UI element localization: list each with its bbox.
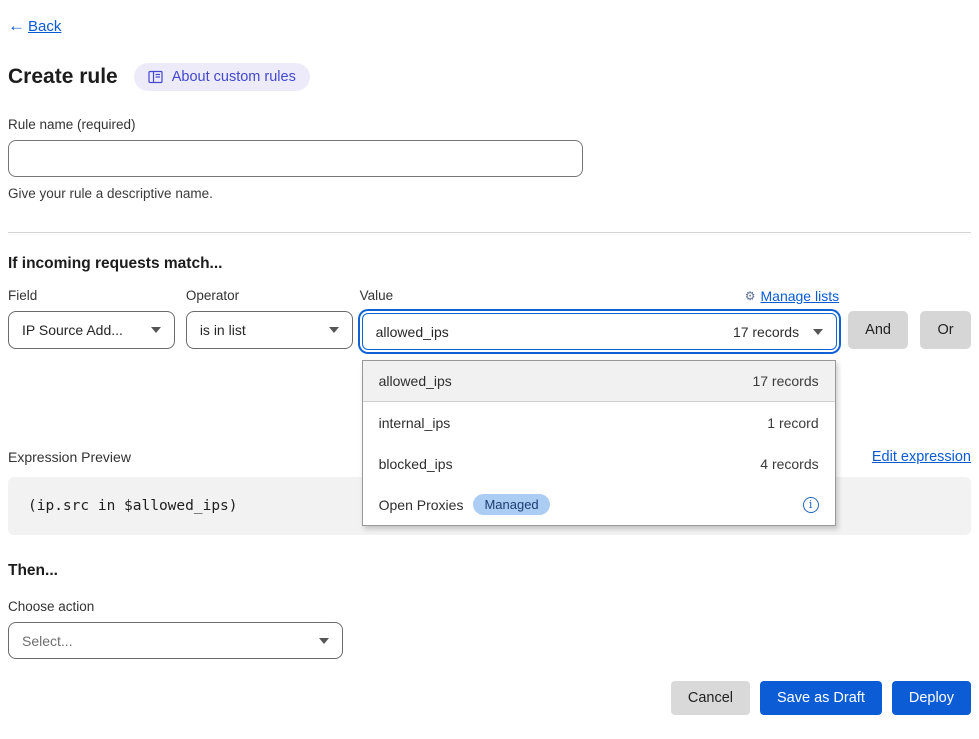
chevron-down-icon bbox=[151, 327, 161, 333]
list-option-meta: 1 record bbox=[767, 415, 818, 431]
expression-preview-label: Expression Preview bbox=[8, 449, 131, 465]
rule-name-label: Rule name (required) bbox=[8, 117, 971, 132]
edit-expression-link[interactable]: Edit expression bbox=[872, 449, 971, 465]
expression-code: (ip.src in $allowed_ips) bbox=[28, 498, 238, 514]
chevron-down-icon bbox=[319, 638, 329, 644]
field-select-value: IP Source Add... bbox=[22, 322, 123, 338]
value-column: Value ⚙ Manage lists allowed_ips 17 reco… bbox=[360, 288, 839, 350]
value-select-meta: 17 records bbox=[733, 324, 799, 340]
operator-column: Operator is in list bbox=[186, 288, 353, 349]
managed-badge: Managed bbox=[473, 494, 549, 515]
cancel-button[interactable]: Cancel bbox=[671, 681, 750, 715]
list-option-name: Open Proxies bbox=[379, 497, 464, 513]
action-select-placeholder: Select... bbox=[22, 633, 73, 649]
section-divider bbox=[8, 232, 971, 233]
about-custom-rules-link[interactable]: About custom rules bbox=[134, 63, 310, 91]
list-option-open-proxies[interactable]: Open Proxies Managed i bbox=[363, 484, 835, 525]
field-select[interactable]: IP Source Add... bbox=[8, 311, 175, 349]
chevron-down-icon bbox=[329, 327, 339, 333]
match-condition-row: Field IP Source Add... Operator is in li… bbox=[8, 288, 971, 350]
chevron-down-icon bbox=[813, 329, 823, 335]
field-column: Field IP Source Add... bbox=[8, 288, 175, 349]
value-label: Value bbox=[360, 288, 394, 311]
footer-actions: Cancel Save as Draft Deploy bbox=[8, 681, 971, 715]
list-option-name: blocked_ips bbox=[379, 456, 453, 472]
deploy-button[interactable]: Deploy bbox=[892, 681, 971, 715]
or-button[interactable]: Or bbox=[920, 311, 971, 349]
list-option-meta: 17 records bbox=[752, 373, 818, 389]
field-label: Field bbox=[8, 288, 175, 311]
list-dropdown-panel: allowed_ips 17 records internal_ips 1 re… bbox=[362, 360, 836, 526]
value-select[interactable]: allowed_ips 17 records bbox=[362, 313, 837, 350]
match-heading: If incoming requests match... bbox=[8, 255, 971, 273]
rule-name-input[interactable] bbox=[8, 140, 583, 177]
title-row: Create rule About custom rules bbox=[8, 63, 971, 91]
list-option-left: Open Proxies Managed bbox=[379, 494, 550, 515]
value-select-right: 17 records bbox=[733, 324, 823, 340]
list-option-name: allowed_ips bbox=[379, 373, 452, 389]
save-as-draft-button[interactable]: Save as Draft bbox=[760, 681, 882, 715]
about-custom-rules-label: About custom rules bbox=[172, 69, 296, 85]
gear-icon: ⚙ bbox=[745, 289, 756, 303]
action-select[interactable]: Select... bbox=[8, 622, 343, 659]
list-option-blocked-ips[interactable]: blocked_ips 4 records bbox=[363, 443, 835, 484]
list-option-name: internal_ips bbox=[379, 415, 451, 431]
value-select-value: allowed_ips bbox=[376, 324, 449, 340]
list-option-allowed-ips[interactable]: allowed_ips 17 records bbox=[363, 361, 835, 402]
value-select-wrap: allowed_ips 17 records allowed_ips 17 re… bbox=[360, 313, 839, 350]
back-link-label: Back bbox=[28, 18, 61, 35]
info-icon[interactable]: i bbox=[803, 497, 819, 513]
operator-select-value: is in list bbox=[200, 322, 246, 338]
page-title: Create rule bbox=[8, 65, 118, 89]
then-heading: Then... bbox=[8, 562, 971, 580]
operator-select[interactable]: is in list bbox=[186, 311, 353, 349]
list-option-internal-ips[interactable]: internal_ips 1 record bbox=[363, 402, 835, 443]
back-link[interactable]: ←Back bbox=[8, 16, 61, 36]
book-icon bbox=[148, 70, 163, 84]
and-button[interactable]: And bbox=[848, 311, 908, 349]
rule-name-helper: Give your rule a descriptive name. bbox=[8, 186, 971, 201]
value-label-row: Value ⚙ Manage lists bbox=[360, 288, 839, 311]
create-rule-page: ←Back Create rule About custom rules Rul… bbox=[0, 0, 979, 739]
manage-lists-link[interactable]: ⚙ Manage lists bbox=[745, 288, 839, 304]
operator-label: Operator bbox=[186, 288, 353, 311]
back-arrow-icon: ← bbox=[8, 16, 25, 36]
list-option-meta: 4 records bbox=[760, 456, 818, 472]
choose-action-label: Choose action bbox=[8, 599, 971, 614]
manage-lists-label: Manage lists bbox=[761, 288, 840, 304]
